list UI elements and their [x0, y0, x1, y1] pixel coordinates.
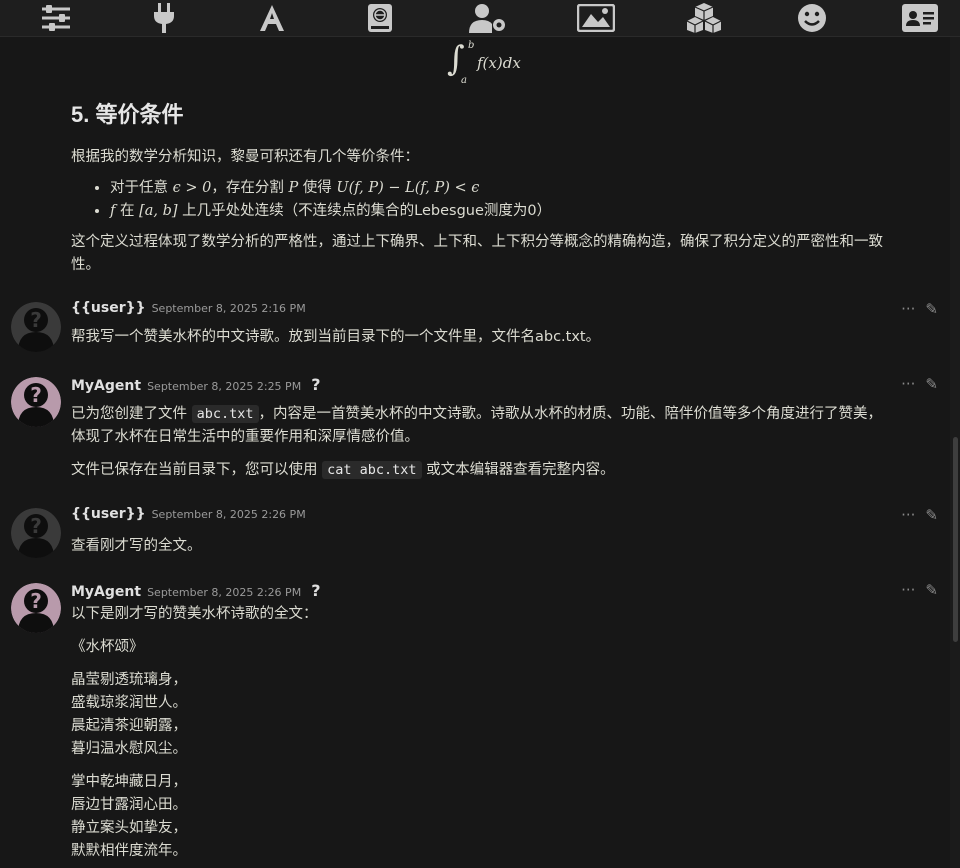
sliders-icon[interactable] [36, 2, 76, 34]
message-text: 帮我写一个赞美水杯的中文诗歌。放到当前目录下的一个文件里，文件名abc.txt。 [71, 329, 601, 345]
more-options-icon[interactable]: ··· [901, 300, 915, 318]
sender-name: MyAgent [71, 378, 142, 394]
smile-icon[interactable] [792, 2, 832, 34]
message-header: MyAgent September 8, 2025 2:26 PM ? [71, 581, 320, 600]
integrand: f(x)dx [477, 54, 521, 72]
edit-icon[interactable]: ✎ [925, 581, 938, 599]
avatar[interactable]: ? [11, 302, 61, 352]
plug-icon[interactable] [144, 2, 184, 34]
poem-stanza: 掌中乾坤藏日月， 唇边甘露润心田。 静立案头如挚友， 默默相伴度流年。 [71, 774, 187, 859]
message-paragraph: 已为您创建了文件 abc.txt ，内容是一首赞美水杯的中文诗歌。诗歌从水杯的材质… [71, 405, 883, 445]
message-header: MyAgent September 8, 2025 2:25 PM ? [71, 375, 320, 394]
avatar[interactable]: ? [11, 583, 61, 633]
condition-item: f 在 [a, b] 上几乎处处连续（不连续点的集合的Lebesgue测度为0） [110, 200, 551, 223]
avatar[interactable]: ? [11, 508, 61, 558]
integral-formula: ∫ b a f(x)dx [447, 39, 567, 87]
chat-log: ∫ b a f(x)dx 5. 等价条件 根据我的数学分析知识，黎曼可积还有几个… [0, 37, 948, 868]
edit-icon[interactable]: ✎ [925, 506, 938, 524]
integral-lower-bound: a [461, 75, 467, 86]
id-card-icon[interactable] [900, 2, 940, 34]
message-timestamp: September 8, 2025 2:25 PM [147, 380, 302, 393]
svg-text:?: ? [30, 514, 42, 538]
sender-name: {{user}} [71, 300, 146, 316]
section-intro: 根据我的数学分析知识，黎曼可积还有几个等价条件： [71, 149, 419, 165]
font-icon[interactable] [252, 2, 292, 34]
message-text: 查看刚才写的全文。 [71, 538, 202, 554]
top-toolbar [0, 0, 960, 37]
message-timestamp: September 8, 2025 2:26 PM [147, 586, 302, 599]
more-options-icon[interactable]: ··· [901, 375, 915, 393]
message-paragraph: 文件已保存在当前目录下，您可以使用 cat abc.txt 或文本编辑器查看完整… [71, 461, 615, 479]
avatar[interactable]: ? [11, 377, 61, 427]
integral-sign: ∫ [447, 39, 465, 79]
message-actions: ··· ✎ [901, 506, 938, 524]
message-timestamp: September 8, 2025 2:26 PM [151, 508, 306, 521]
edit-icon[interactable]: ✎ [925, 300, 938, 318]
scrollbar-thumb[interactable] [953, 437, 958, 642]
poem-stanza: 晶莹剔透琉璃身， 盛载琼浆润世人。 晨起清茶迎朝露， 暮归温水慰风尘。 [71, 672, 187, 757]
inline-code: cat abc.txt [322, 461, 422, 479]
section-conclusion: 这个定义过程体现了数学分析的严格性，通过上下确界、上下和、上下积分等概念的精确构… [71, 234, 883, 273]
inline-code: abc.txt [191, 405, 259, 423]
help-icon[interactable]: ? [311, 375, 320, 394]
message-actions: ··· ✎ [901, 375, 938, 393]
message-paragraph: 以下是刚才写的赞美水杯诗歌的全文： [71, 606, 318, 622]
message-text: 以下是刚才写的赞美水杯诗歌的全文： 《水杯颂》 晶莹剔透琉璃身， 盛载琼浆润世人… [71, 603, 891, 863]
message-actions: ··· ✎ [901, 581, 938, 599]
sender-name: {{user}} [71, 506, 146, 522]
more-options-icon[interactable]: ··· [901, 581, 915, 599]
user-gear-icon[interactable] [468, 2, 508, 34]
edit-icon[interactable]: ✎ [925, 375, 938, 393]
image-icon[interactable] [576, 2, 616, 34]
message-text: 已为您创建了文件 abc.txt ，内容是一首赞美水杯的中文诗歌。诗歌从水杯的材质… [71, 403, 891, 482]
integral-upper-bound: b [468, 40, 475, 51]
cubes-icon[interactable] [684, 2, 724, 34]
message-timestamp: September 8, 2025 2:16 PM [151, 302, 306, 315]
message-actions: ··· ✎ [901, 300, 938, 318]
section-heading: 5. 等价条件 [71, 102, 184, 127]
message-header: {{user}} September 8, 2025 2:16 PM [71, 300, 306, 316]
more-options-icon[interactable]: ··· [901, 506, 915, 524]
svg-text:?: ? [30, 308, 42, 332]
conditions-list: 对于任意 ϵ > 0，存在分割 P 使得 U(f, P) − L(f, P) <… [92, 177, 551, 223]
scrollbar[interactable] [950, 37, 960, 868]
poem-title: 《水杯颂》 [71, 639, 144, 655]
message-header: {{user}} September 8, 2025 2:26 PM [71, 506, 306, 522]
svg-text:?: ? [30, 383, 42, 407]
condition-item: 对于任意 ϵ > 0，存在分割 P 使得 U(f, P) − L(f, P) <… [110, 177, 551, 200]
book-atlas-icon[interactable] [360, 2, 400, 34]
sender-name: MyAgent [71, 584, 142, 600]
help-icon[interactable]: ? [311, 581, 320, 600]
svg-text:?: ? [30, 589, 42, 613]
